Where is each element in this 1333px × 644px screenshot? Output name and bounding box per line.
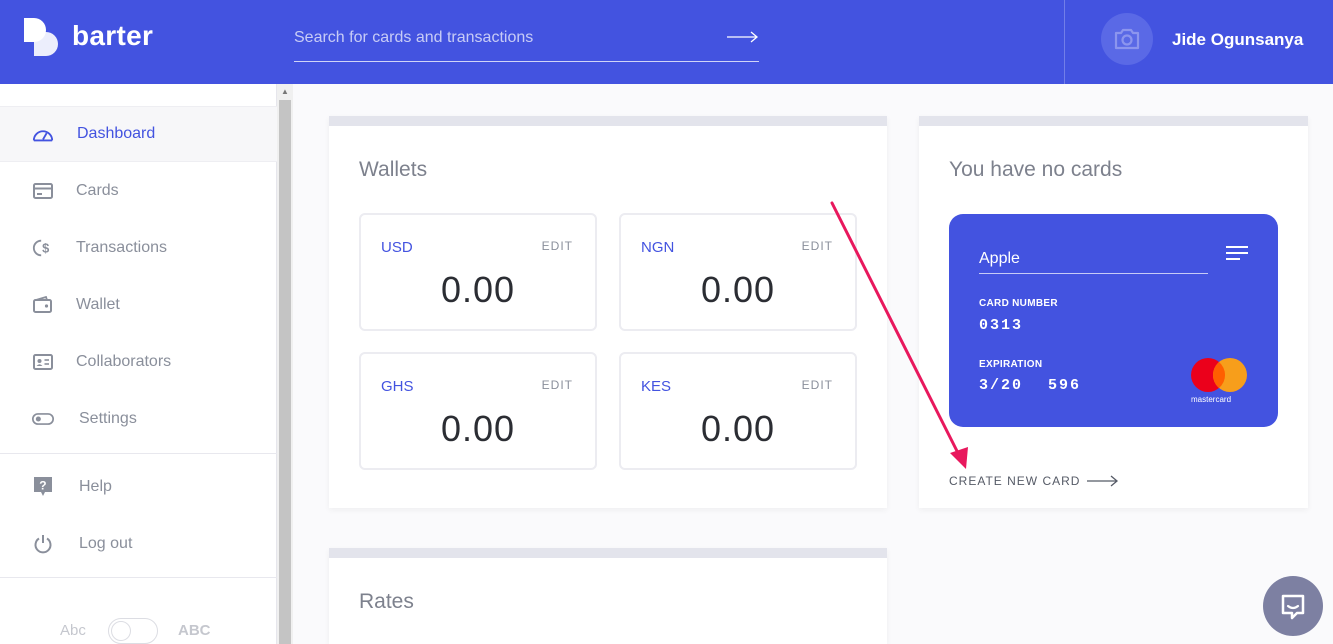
sidebar-item-logout[interactable]: Log out: [0, 516, 277, 572]
wallet-edit-button[interactable]: EDIT: [542, 239, 573, 253]
collaborators-icon: [32, 351, 54, 373]
avatar[interactable]: [1101, 13, 1153, 65]
wallet-card-ghs[interactable]: GHS EDIT 0.00: [359, 352, 597, 470]
credit-card[interactable]: Apple CARD NUMBER 0313 EXPIRATION 3/20 5…: [949, 214, 1278, 427]
sidebar-item-label: Collaborators: [76, 353, 172, 370]
sidebar-divider: [0, 577, 277, 578]
sidebar-item-label: Help: [79, 478, 112, 495]
wallet-amount: 0.00: [440, 269, 516, 310]
card-name: Apple: [979, 250, 1208, 274]
sidebar-divider: [0, 453, 277, 454]
card-icon: [32, 180, 54, 202]
arrow-right-icon[interactable]: [1087, 474, 1119, 488]
card-expiration: 3/20: [979, 377, 1024, 394]
wallets-title: Wallets: [359, 158, 428, 181]
sidebar-item-label: Dashboard: [77, 125, 156, 142]
dashboard-icon: [32, 123, 54, 145]
annotation-arrow-icon: [830, 201, 968, 469]
search-bar[interactable]: [294, 24, 759, 62]
sidebar-item-wallet[interactable]: Wallet: [0, 277, 277, 333]
sidebar-item-transactions[interactable]: $ Transactions: [0, 220, 277, 276]
sidebar-item-settings[interactable]: Settings: [0, 391, 277, 447]
scroll-up-arrow-icon[interactable]: ▲: [279, 86, 291, 98]
app-name[interactable]: barter: [72, 20, 153, 52]
sidebar-item-dashboard[interactable]: Dashboard: [0, 106, 277, 162]
text-size-toggle[interactable]: [108, 618, 158, 644]
chat-launcher-button[interactable]: [1263, 576, 1323, 636]
sidebar-item-label: Transactions: [76, 239, 167, 256]
wallet-card-usd[interactable]: USD EDIT 0.00: [359, 213, 597, 331]
card-expiration-label: EXPIRATION: [979, 359, 1043, 370]
barter-logo-icon[interactable]: [22, 18, 62, 58]
svg-text:?: ?: [39, 479, 46, 493]
transactions-icon: $: [32, 237, 54, 259]
wallet-currency: NGN: [641, 239, 675, 256]
header-divider: [1064, 0, 1065, 84]
toggle-settings-icon: [32, 408, 54, 430]
wallet-edit-button[interactable]: EDIT: [542, 378, 573, 392]
svg-text:$: $: [42, 241, 49, 256]
help-icon: ?: [32, 476, 54, 498]
search-input[interactable]: [294, 24, 714, 52]
text-size-large-label: ABC: [178, 622, 211, 639]
panel-topbar: [329, 548, 887, 558]
scrollbar-thumb[interactable]: [279, 100, 291, 644]
wallet-currency: USD: [381, 239, 413, 256]
sidebar-item-collaborators[interactable]: Collaborators: [0, 334, 277, 390]
sidebar-item-label: Wallet: [76, 296, 120, 313]
wallet-currency: KES: [641, 378, 672, 395]
sidebar-item-cards[interactable]: Cards: [0, 163, 277, 219]
top-header: barter Jide Ogunsanya: [0, 0, 1333, 84]
sidebar-item-help[interactable]: ? Help: [0, 459, 277, 515]
card-number: 0313: [979, 317, 1024, 334]
menu-icon[interactable]: [1226, 245, 1248, 261]
rates-panel: Rates: [329, 548, 887, 644]
rates-title: Rates: [359, 590, 414, 613]
sidebar-item-label: Settings: [79, 410, 137, 427]
cards-title: You have no cards: [949, 158, 1123, 181]
wallets-panel: Wallets USD EDIT 0.00 NGN EDIT 0.00 GHS …: [329, 116, 887, 508]
card-cvv: 596: [1048, 377, 1082, 394]
camera-icon: [1114, 28, 1140, 50]
wallet-icon: [32, 294, 54, 316]
sidebar-item-label: Log out: [79, 535, 133, 552]
arrow-right-icon[interactable]: [727, 30, 759, 44]
toggle-knob: [111, 621, 131, 641]
user-name[interactable]: Jide Ogunsanya: [1172, 30, 1303, 50]
mastercard-logo-icon: [1191, 358, 1247, 392]
power-icon: [32, 533, 54, 555]
chat-icon: [1281, 594, 1305, 620]
card-number-label: CARD NUMBER: [979, 298, 1058, 309]
text-size-small-label: Abc: [60, 622, 86, 639]
wallet-amount: 0.00: [440, 408, 516, 449]
card-brand: mastercard: [1191, 395, 1232, 404]
panel-topbar: [329, 116, 887, 126]
sidebar-item-label: Cards: [76, 182, 119, 199]
wallet-currency: GHS: [381, 378, 414, 395]
panel-topbar: [919, 116, 1308, 126]
